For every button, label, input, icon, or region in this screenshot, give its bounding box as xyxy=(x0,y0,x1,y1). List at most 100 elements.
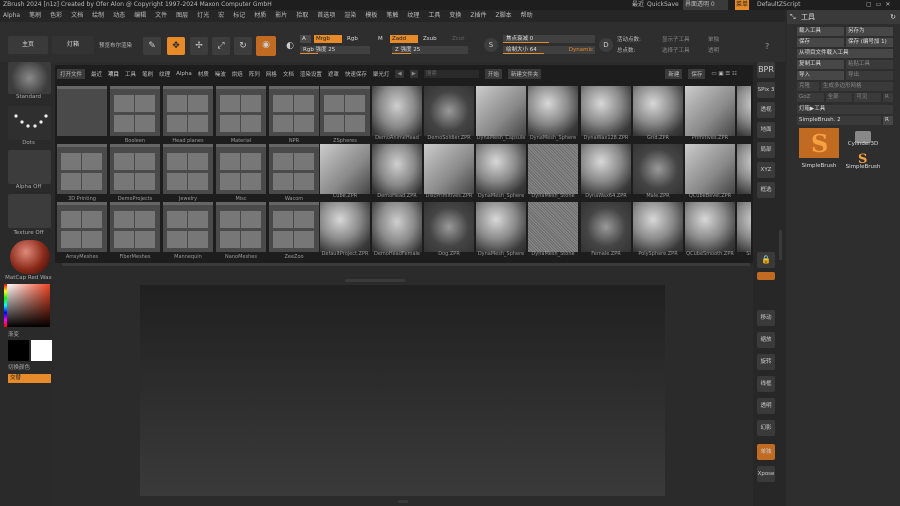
secondary-color-swatch[interactable] xyxy=(31,340,52,361)
switch-color-button[interactable]: 切换颜色 xyxy=(8,363,57,371)
frame-button[interactable]: 框选 xyxy=(757,182,775,198)
alternate-button[interactable]: 交替 xyxy=(8,374,51,383)
transp-button[interactable]: 透明 xyxy=(708,46,719,54)
menu-item[interactable]: Z插件 xyxy=(470,10,486,22)
focal-shift-slider[interactable]: 焦点衰减 0 xyxy=(503,35,595,43)
lightbox-file-tile[interactable]: SimpleBrush xyxy=(737,202,751,257)
lightbox-file-tile[interactable]: Male.ZPR xyxy=(633,144,683,199)
menu-item[interactable]: 纹理 xyxy=(407,10,419,22)
menu-item[interactable]: 宏 xyxy=(218,10,224,22)
recent-label[interactable]: 最近 xyxy=(632,0,644,10)
menu-item[interactable]: 色彩 xyxy=(50,10,62,22)
menu-item[interactable]: 材质 xyxy=(254,10,266,22)
lightbox-file-tile[interactable]: QCubeSmooth.ZPR xyxy=(685,202,735,257)
lightbox-file-tile[interactable]: DynaMesh_Stone xyxy=(528,202,578,257)
lightbox-tab-open[interactable]: 打开文件 xyxy=(57,68,86,79)
texture-thumbnail[interactable] xyxy=(8,194,51,228)
lightbox-folder-tile[interactable]: NPR xyxy=(269,86,319,144)
lightbox-folder-tile[interactable]: Wacom xyxy=(269,144,319,202)
lightbox-tab[interactable]: 笔刷 xyxy=(142,70,153,78)
save-as-button[interactable]: 另存为 xyxy=(846,27,893,36)
menu-item[interactable]: 动态 xyxy=(113,10,125,22)
lightbox-tab[interactable]: 阵列 xyxy=(249,70,260,78)
lightbox-file-tile[interactable]: DynaMesh_Sphere xyxy=(476,202,526,257)
lightbox-button[interactable]: 灯箱 xyxy=(52,36,94,54)
solo-view-button[interactable]: 单独 xyxy=(757,444,775,460)
brush-thumbnail[interactable] xyxy=(8,62,51,94)
current-tool-slider[interactable]: SimpleBrush. 2 xyxy=(797,116,881,125)
z-intensity-slider[interactable]: Z 强度 25 xyxy=(392,46,468,54)
lightbox-file-tile[interactable]: DiscPrimitives.ZPR xyxy=(424,144,474,199)
lightbox-tab[interactable]: 渲染设置 xyxy=(300,70,322,78)
draw-size-slider[interactable]: 绘制大小 64 Dynamic xyxy=(503,46,595,54)
lightbox-file-tile[interactable]: DynaMesh_Capsule xyxy=(476,86,526,141)
menu-item[interactable]: 首选项 xyxy=(317,10,335,22)
goz-all-button[interactable]: 全部 xyxy=(825,93,853,102)
lightbox-tab[interactable]: 工具 xyxy=(125,70,136,78)
lightbox-folder-tile[interactable]: Head planes xyxy=(163,86,213,144)
lightbox-tools-button[interactable]: 灯箱▶工具 xyxy=(797,105,893,114)
paste-tool-button[interactable]: 粘贴工具 xyxy=(846,60,893,69)
clone-button[interactable]: 克隆 xyxy=(797,82,819,91)
zadd-toggle[interactable]: Zadd xyxy=(390,35,418,43)
lightbox-tab[interactable]: 网格 xyxy=(266,70,277,78)
lightbox-file-tile[interactable]: DemoAnimeHead xyxy=(372,86,422,141)
lightbox-tab[interactable]: 材质 xyxy=(198,70,209,78)
home-button[interactable]: 主页 xyxy=(8,36,48,54)
symmetry-icon[interactable]: D xyxy=(599,38,613,52)
lightbox-folder-tile[interactable]: Material xyxy=(216,86,266,144)
menu-item[interactable]: Alpha xyxy=(3,10,20,22)
zsub-toggle[interactable]: Zsub xyxy=(421,35,443,43)
window-controls[interactable]: ▢▭✕ xyxy=(866,0,894,10)
lightbox-tab-project[interactable]: 项目 xyxy=(108,70,119,78)
palette-pin-icon[interactable]: ⤡ xyxy=(790,10,796,24)
menu-button[interactable]: 菜单 xyxy=(735,0,749,10)
scale-icon[interactable]: ⤢ xyxy=(212,37,230,55)
lightbox-folder-tile[interactable]: Booleen xyxy=(110,86,160,144)
lightbox-folder-tile[interactable]: ArrayMeshes xyxy=(57,202,107,260)
lightbox-search-input[interactable]: 搜索 xyxy=(423,69,479,78)
solo-button[interactable]: 单独 xyxy=(708,35,719,43)
lightbox-folder-tile[interactable]: Jewelry xyxy=(163,144,213,202)
lightbox-file-tile[interactable]: QCubeBevel.ZPR xyxy=(685,144,735,199)
lock-icon[interactable]: 🔒 xyxy=(757,252,775,268)
bpr-preview-button[interactable]: 预览布尔渲染 xyxy=(99,41,132,49)
menu-item[interactable]: 影片 xyxy=(275,10,287,22)
lightbox-file-tile[interactable]: DemoSoldier.ZPR xyxy=(424,86,474,141)
menu-item[interactable]: 文件 xyxy=(155,10,167,22)
floor-button[interactable]: 地面 xyxy=(757,122,775,138)
import-button[interactable]: 导入 xyxy=(797,71,844,80)
simplebrush-small-thumb[interactable]: S xyxy=(843,150,883,167)
dynamic-toggle[interactable]: Dynamic xyxy=(569,46,593,54)
lightbox-file-tile[interactable]: DynaMesh_Sphere xyxy=(476,144,526,199)
lightbox-file-tile[interactable]: Female.ZPR xyxy=(581,202,631,257)
load-tool-button[interactable]: 载入工具 xyxy=(797,27,844,36)
menu-item[interactable]: Z脚本 xyxy=(496,10,512,22)
save-numbered-button[interactable]: 保存 (编号加 1) xyxy=(846,38,893,47)
persp-button[interactable]: 透视 xyxy=(757,102,775,118)
zcut-toggle[interactable]: Zcut xyxy=(450,35,470,43)
lightbox-folder-tile[interactable]: Mannequin xyxy=(163,202,213,260)
new-button[interactable]: 新建 xyxy=(665,68,683,79)
lightbox-folder-tile[interactable]: ZSpheres xyxy=(320,86,370,144)
zoom-view-button[interactable]: 缩放 xyxy=(757,332,775,348)
menu-item[interactable]: 帮助 xyxy=(521,10,533,22)
menu-item[interactable]: 编辑 xyxy=(134,10,146,22)
lightbox-file-tile[interactable]: QCube xyxy=(737,86,751,136)
menu-item[interactable]: 工具 xyxy=(428,10,440,22)
goz-button[interactable]: GoZ xyxy=(797,93,824,102)
load-from-project-button[interactable]: 从项目文件载入工具 xyxy=(797,49,893,58)
lightbox-folder-tile[interactable]: FiberMeshes xyxy=(110,202,160,260)
menu-item[interactable]: 灯光 xyxy=(197,10,209,22)
menu-item[interactable]: 拾取 xyxy=(296,10,308,22)
quicksave-button[interactable]: QuickSave xyxy=(647,0,679,10)
rotate-icon[interactable]: ↻ xyxy=(234,37,252,55)
lightbox-folder-tile[interactable]: NanoMeshes xyxy=(216,202,266,260)
lightbox-file-tile[interactable]: Dog.ZPR xyxy=(424,202,474,257)
lightbox-folder-tile[interactable]: Misc xyxy=(216,144,266,202)
current-tool-r-button[interactable]: R xyxy=(883,116,893,125)
back-icon[interactable]: ◀ xyxy=(395,69,404,78)
menu-item[interactable]: 变换 xyxy=(449,10,461,22)
lightbox-tab[interactable]: 文档 xyxy=(283,70,294,78)
hue-strip[interactable] xyxy=(4,284,7,327)
